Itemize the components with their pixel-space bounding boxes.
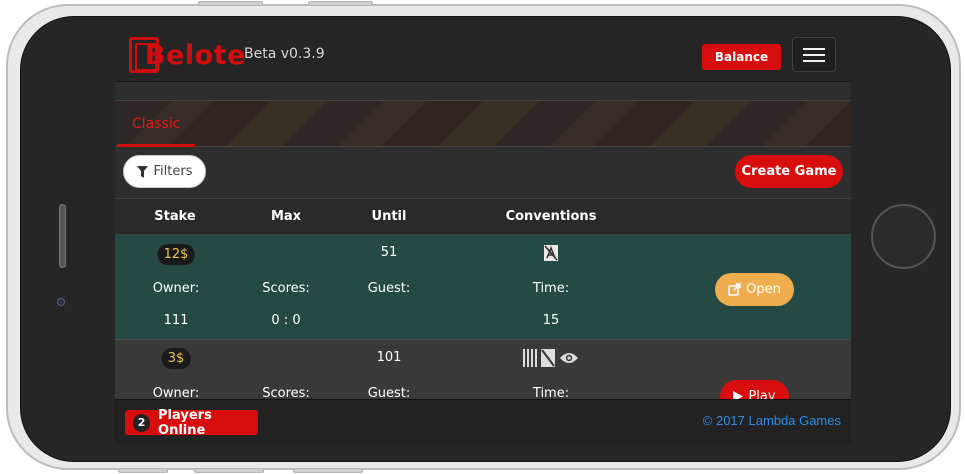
phone-side-button [198, 1, 263, 6]
conventions-icons [523, 349, 579, 367]
home-button[interactable] [871, 204, 936, 269]
header-max: Max [270, 209, 302, 224]
hamburger-icon [803, 54, 825, 56]
scores-label: Scores: [262, 281, 310, 296]
speaker-grille [59, 204, 66, 268]
scores-value: 0 : 0 [271, 313, 301, 328]
filters-label: Filters [153, 164, 193, 179]
table-header: Stake Max Until Conventions [115, 198, 851, 235]
copyright-link[interactable]: © 2017 Lambda Games [703, 413, 841, 428]
players-online-badge[interactable]: 2 Players Online [125, 407, 258, 438]
eye-icon [560, 353, 578, 363]
copyright-icon: © [702, 413, 713, 428]
stake-badge: 12$ [157, 244, 195, 265]
filter-icon [136, 165, 148, 178]
hamburger-icon [803, 60, 825, 62]
menu-toggle-button[interactable] [792, 37, 836, 72]
tab-bar: Classic [115, 100, 851, 147]
copyright-text: 2017 Lambda Games [715, 413, 841, 428]
barcode-icon [523, 349, 537, 367]
tab-classic[interactable]: Classic [117, 101, 195, 147]
stake-badge: 3$ [161, 348, 191, 369]
online-label: Players Online [158, 407, 212, 438]
guest-label: Guest: [367, 281, 411, 296]
no-trump-icon [544, 245, 558, 261]
until-value: 101 [376, 350, 402, 365]
until-value: 51 [380, 245, 398, 260]
table-row[interactable]: 12$ 51 Owner: Scores: Guest: Time: 111 0… [115, 235, 851, 339]
time-label: Time: [532, 281, 570, 296]
footer: 2 Players Online © 2017 Lambda Games [115, 399, 851, 445]
version-label: Beta v0.3.9 [244, 46, 325, 62]
balance-button[interactable]: Balance [702, 44, 781, 70]
online-count: 2 [133, 413, 151, 432]
app-logo[interactable]: Belote [129, 37, 246, 73]
open-label: Open [746, 282, 781, 297]
filters-button[interactable]: Filters [123, 155, 206, 188]
time-value: 15 [542, 313, 560, 328]
app-screen: Belote Beta v0.3.9 Balance Classic Filte… [115, 27, 851, 445]
no-trump-icon [541, 349, 555, 367]
header-stake: Stake [154, 209, 196, 224]
navbar: Belote Beta v0.3.9 Balance [115, 27, 851, 82]
create-game-button[interactable]: Create Game [735, 155, 843, 188]
phone-side-button [194, 468, 264, 473]
tab-label: Classic [132, 116, 181, 132]
phone-side-button [293, 468, 363, 473]
logo-card-icon [129, 37, 159, 73]
hamburger-icon [803, 48, 825, 50]
phone-side-button [308, 1, 373, 6]
header-until: Until [371, 209, 407, 224]
logo-text: Belote [145, 39, 246, 71]
open-game-button[interactable]: Open [715, 273, 794, 306]
external-link-icon [728, 283, 741, 296]
camera-lens [57, 298, 65, 306]
phone-side-button [118, 468, 168, 473]
conventions-icons [544, 245, 558, 261]
owner-label: Owner: [152, 281, 200, 296]
header-conventions: Conventions [505, 209, 597, 224]
owner-value: 111 [163, 313, 189, 328]
